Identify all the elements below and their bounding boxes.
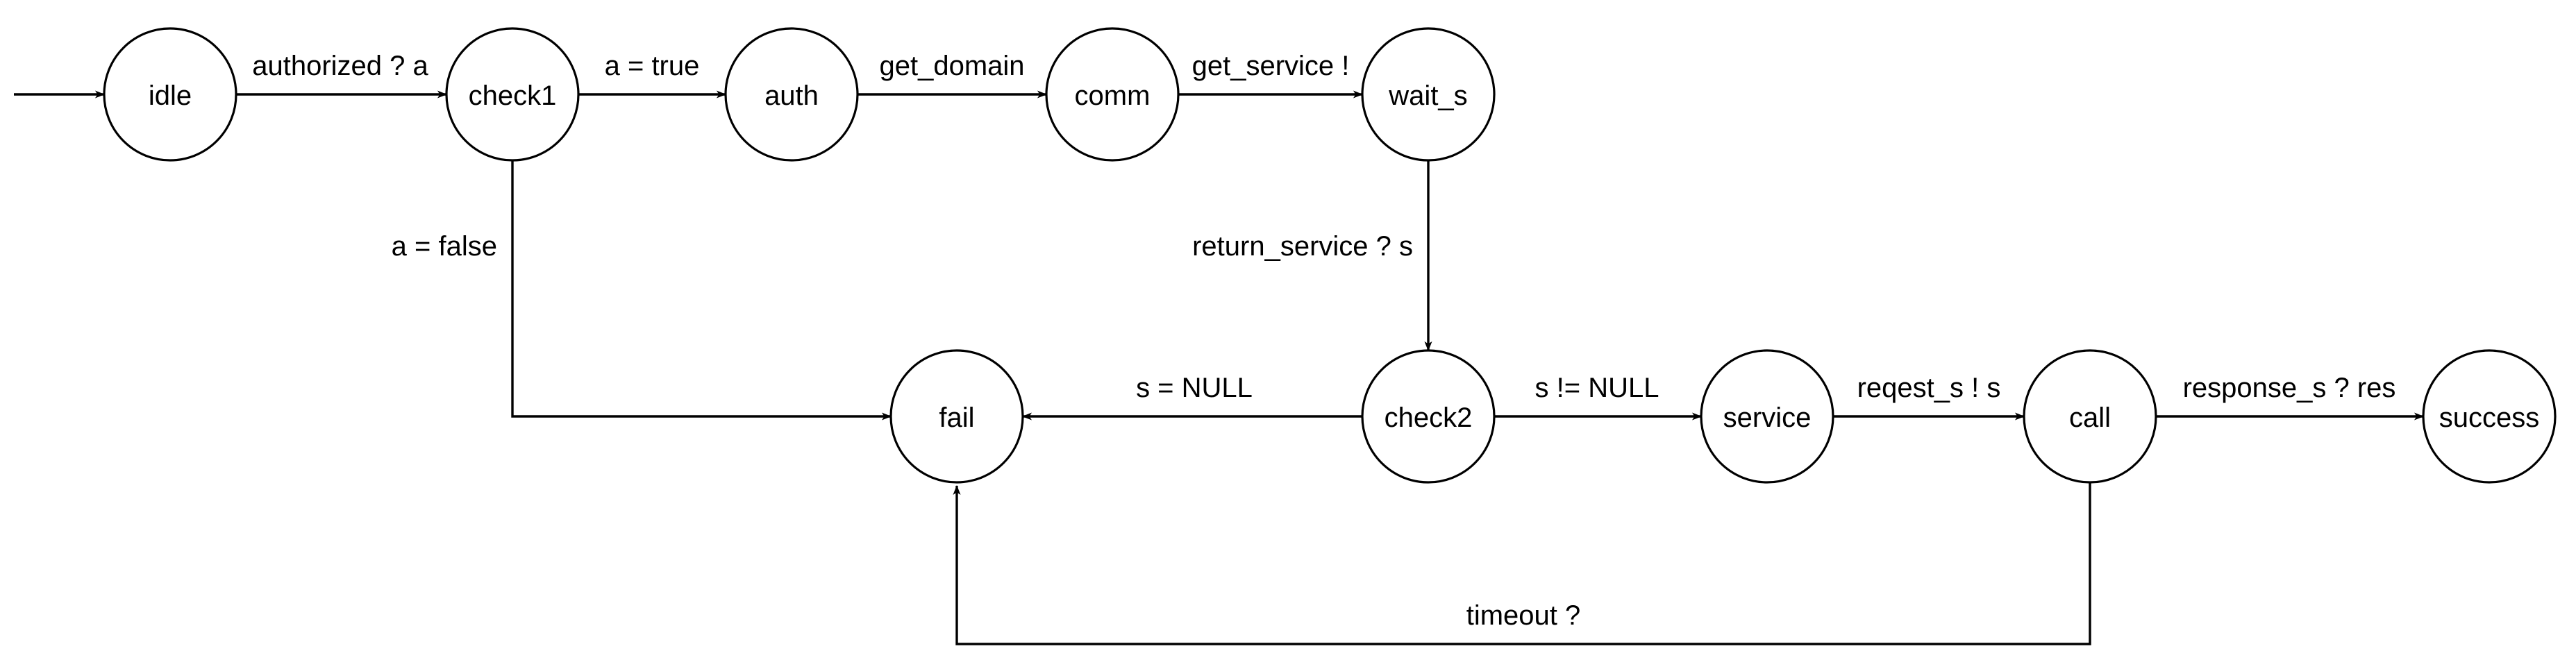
edge-label-wait-s-check2: return_service ? s	[1192, 231, 1413, 262]
node-label-success: success	[2439, 403, 2540, 433]
edge-comm-wait-s: get_service !	[1178, 51, 1363, 99]
node-check1[interactable]: check1	[445, 27, 580, 162]
edge-label-comm-wait-s: get_service !	[1192, 51, 1350, 81]
edge-label-call-fail-timeout: timeout ?	[1466, 600, 1581, 631]
edge-label-check1-fail: a = false	[392, 231, 497, 262]
node-label-wait-s: wait_s	[1388, 81, 1467, 111]
edge-label-check1-auth: a = true	[605, 51, 700, 81]
edge-label-check2-fail: s = NULL	[1136, 373, 1253, 403]
node-comm[interactable]: comm	[1045, 27, 1180, 162]
edge-label-idle-check1: authorized ? a	[252, 51, 428, 81]
node-label-check1: check1	[469, 81, 557, 111]
node-service[interactable]: service	[1700, 349, 1834, 484]
node-wait-s[interactable]: wait_s	[1361, 27, 1496, 162]
edge-auth-comm: get_domain	[858, 51, 1047, 99]
edge-check1-fail: a = false	[392, 160, 892, 421]
node-fail[interactable]: fail	[889, 349, 1024, 484]
node-label-comm: comm	[1075, 81, 1151, 111]
node-label-auth: auth	[764, 81, 819, 111]
edge-label-service-call: reqest_s ! s	[1857, 373, 2001, 403]
edge-service-call: reqest_s ! s	[1833, 373, 2025, 421]
node-label-idle: idle	[149, 81, 192, 111]
node-label-call: call	[2069, 403, 2111, 433]
node-auth[interactable]: auth	[724, 27, 859, 162]
node-check2[interactable]: check2	[1361, 349, 1496, 484]
edge-check2-fail: s = NULL	[1022, 373, 1362, 421]
node-call[interactable]: call	[2023, 349, 2157, 484]
edge-label-call-success: response_s ? res	[2183, 373, 2396, 403]
edge-call-success: response_s ? res	[2156, 373, 2424, 421]
edge-idle-check1: authorized ? a	[236, 51, 447, 99]
node-label-fail: fail	[939, 403, 974, 433]
edge-wait-s-check2: return_service ? s	[1192, 160, 1432, 351]
node-idle[interactable]: idle	[103, 27, 237, 162]
edge-check2-service: s != NULL	[1494, 373, 1702, 421]
edge-call-fail-timeout: timeout ?	[953, 482, 2091, 645]
edge-label-auth-comm: get_domain	[879, 51, 1024, 81]
node-label-check2: check2	[1385, 403, 1473, 433]
node-success[interactable]: success	[2422, 349, 2557, 484]
state-machine-diagram: authorized ? a a = true get_domain get_s…	[0, 0, 2576, 669]
edge-path	[511, 160, 892, 421]
edge-check1-auth: a = true	[578, 51, 726, 99]
fsm-canvas: authorized ? a a = true get_domain get_s…	[14, 27, 2557, 645]
edge-label-check2-service: s != NULL	[1535, 373, 1659, 403]
node-label-service: service	[1723, 403, 1812, 433]
